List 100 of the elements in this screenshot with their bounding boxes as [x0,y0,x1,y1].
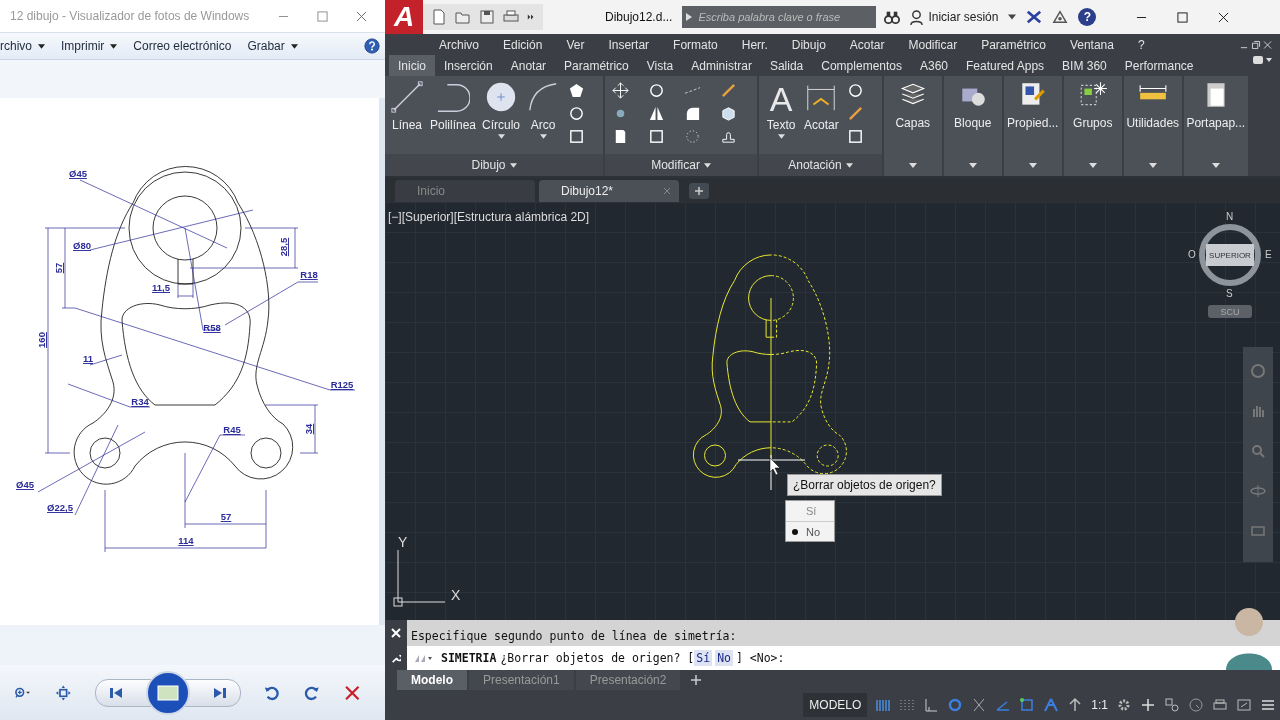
wrench-icon[interactable] [391,652,401,663]
ribbon-tool[interactable]: A Texto [762,80,801,139]
next-icon[interactable] [212,685,229,700]
menu-item[interactable]: Formato [673,37,718,52]
pencil-icon[interactable] [720,82,738,99]
printer-icon[interactable] [503,9,519,25]
ribbon-tool[interactable]: Línea [388,80,426,132]
panel-title-button[interactable]: Dibujo [385,154,604,176]
model-space-button[interactable]: MODELO [803,693,868,717]
table-icon[interactable] [846,128,864,145]
circle-icon[interactable] [846,82,864,99]
help-button[interactable]: ? [1078,8,1097,26]
arrows-icon[interactable] [612,82,630,99]
clock-icon[interactable] [1188,697,1204,713]
collapsed-panel[interactable]: Utilidades [1123,76,1182,176]
ribbon-tool[interactable]: Acotar [802,80,841,132]
x-logo-icon[interactable] [1026,9,1043,25]
viewport-label[interactable]: [−][Superior][Estructura alámbrica 2D] [388,210,590,224]
menu-item[interactable]: Acotar [849,37,885,52]
menu-item[interactable]: Herr. [741,37,768,52]
menu-item[interactable]: Archivo [439,37,479,52]
search-field[interactable]: Escriba palabra clave o frase [682,6,877,28]
menu-item[interactable]: Ventana [1069,37,1114,52]
close-icon[interactable] [1218,11,1230,23]
ribbon-tab[interactable]: Complementos [812,55,911,76]
app-logo-button[interactable]: A [385,0,423,34]
ribbon-tab[interactable]: A360 [911,55,957,76]
plus-icon[interactable] [1140,697,1156,713]
dotted-circle-icon[interactable] [684,128,702,145]
triangle-network-icon[interactable] [1052,9,1069,25]
command-input-field[interactable]: SIMETRIA ¿Borrar objetos de origen? [ Sí No ] <No>: [407,646,1280,670]
binoculars-icon[interactable] [884,9,901,25]
cube-icon[interactable] [720,105,738,122]
caret-icon[interactable] [1008,13,1017,21]
menu-item[interactable]: Ver [566,37,585,52]
pentagon-icon[interactable] [568,82,586,99]
layout-tab[interactable]: Modelo [397,670,467,690]
menu-item[interactable]: Edición [503,37,543,52]
triangle-icon[interactable] [648,105,666,122]
ribbon-tab[interactable]: Anotar [501,55,556,76]
document-window-controls-icon[interactable] [1240,39,1272,50]
menu-option[interactable]: No [786,521,834,541]
object-snap-icon[interactable] [1019,697,1036,713]
gear-icon[interactable] [1116,697,1132,713]
command-option-link[interactable]: Sí [694,650,713,666]
new-file-icon[interactable] [431,9,447,25]
ribbon-tab[interactable]: Performance [1115,55,1203,76]
collapsed-panel[interactable]: Bloque [943,76,1002,176]
ribbon-tab[interactable]: Salida [760,55,813,76]
drawing-viewport[interactable]: [−][Superior][Estructura alámbrica 2D] N O SUPERIOR E S SCU Y X ¿Borrar objetos de origen? Sí No [385,202,1280,620]
ribbon-tab[interactable]: BIM 360 [1053,55,1116,76]
printer-icon[interactable] [1212,697,1228,713]
square-icon[interactable] [648,128,666,145]
menu-icon[interactable] [1260,697,1276,713]
maximize-icon[interactable] [1177,11,1189,23]
ribbon-tool[interactable]: Arco [524,80,563,139]
folder-icon[interactable] [455,9,471,25]
shapes-icon[interactable] [1164,697,1180,713]
command-option-link[interactable]: No [715,650,733,666]
help-icon[interactable] [364,38,380,54]
ortho-icon[interactable] [923,697,940,713]
collapsed-panel[interactable]: Capas [883,76,942,176]
menu-item[interactable]: Dibujo [791,37,826,52]
ribbon-tab[interactable]: Paramétrico [555,55,638,76]
ribbon-tool[interactable]: Círculo [480,80,523,139]
annotation-icon[interactable] [1043,697,1060,713]
menu-item[interactable]: Insertar [608,37,650,52]
menu-item[interactable]: Correo electrónico [133,39,232,53]
ribbon-tab[interactable]: Inserción [435,55,502,76]
ring-icon[interactable] [648,82,666,99]
menu-item[interactable]: Paramétrico [981,37,1046,52]
menu-item[interactable]: Modificar [908,37,958,52]
ribbon-tab[interactable]: Featured Apps [957,55,1054,76]
ribbon-tab[interactable]: Administrar [682,55,761,76]
collapsed-panel[interactable]: Propied... [1003,76,1062,176]
cube-face[interactable]: SUPERIOR [1206,244,1254,266]
snap-dots-icon[interactable] [899,697,916,713]
slideshow-icon[interactable] [146,670,191,715]
previous-icon[interactable] [108,685,125,700]
ribbon-toggle-icon[interactable] [1252,55,1272,65]
menu-item[interactable]: rchivo [0,39,45,53]
corner-icon[interactable] [684,105,702,122]
annotation-scale-button[interactable]: 1:1 [1091,698,1108,712]
menu-item[interactable]: Grabar [247,39,298,53]
sign-in-button[interactable]: Iniciar sesión [910,9,999,25]
fullscreen-icon[interactable] [1236,697,1252,713]
more-icon[interactable] [527,13,535,21]
collapsed-panel[interactable]: Portapap... [1183,76,1248,176]
file-tab[interactable]: Dibujo12* [539,180,679,202]
new-tab-icon[interactable] [689,183,709,199]
save-icon[interactable] [479,9,495,25]
ribbon-tab[interactable]: Inicio [389,55,435,76]
menu-item[interactable]: Imprimir [61,39,118,53]
ribbon-tab[interactable]: Vista [637,55,683,76]
menu-item[interactable]: ? [1137,37,1145,52]
collapsed-panel[interactable]: Grupos [1063,76,1122,176]
panel-title-button[interactable]: Anotación [759,154,882,176]
polar-icon[interactable] [947,697,964,713]
panel-title-button[interactable]: Modificar [605,154,758,176]
grid-icon[interactable] [875,697,892,713]
